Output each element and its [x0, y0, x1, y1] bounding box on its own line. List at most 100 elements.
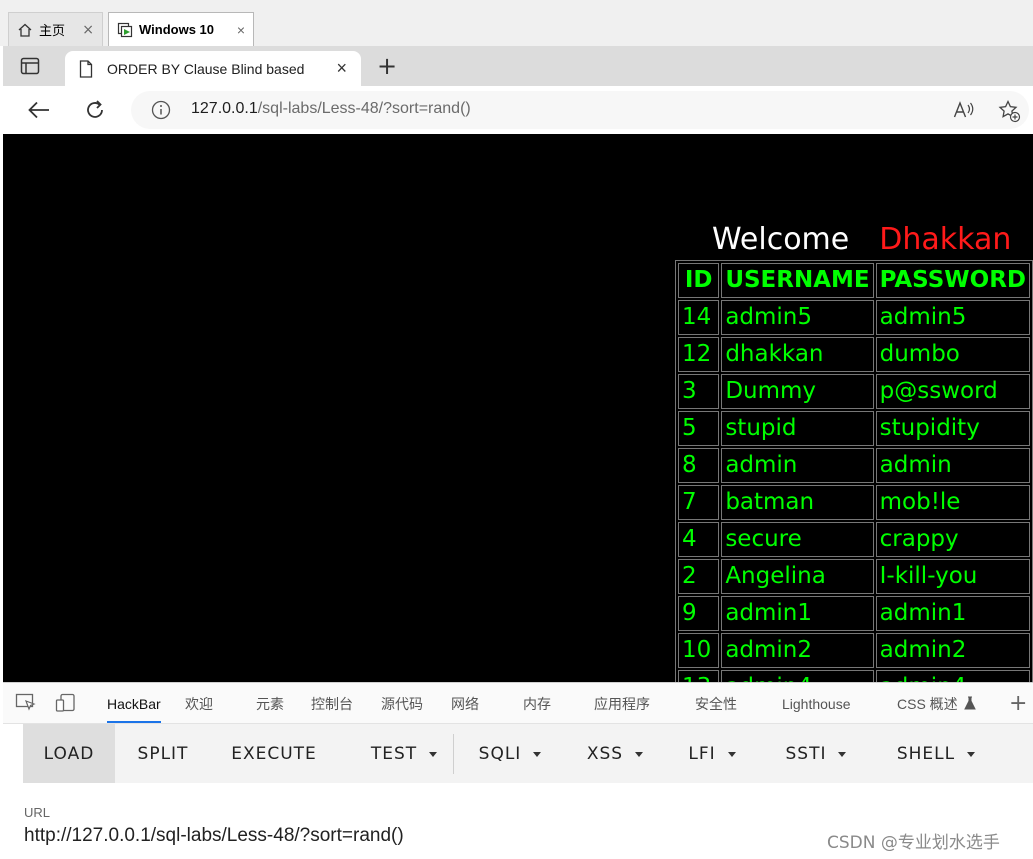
- cell-id: 3: [678, 374, 720, 409]
- url-host: 127.0.0.1: [191, 100, 258, 117]
- sqli-button[interactable]: SQLI: [460, 724, 560, 783]
- cell-id: 4: [678, 522, 720, 557]
- table-row: 14 admin5 admin5: [678, 300, 1030, 335]
- read-aloud-icon[interactable]: [953, 100, 975, 124]
- vm-tab-strip: 主页 × Windows 10 ×: [0, 0, 1033, 46]
- ssti-button[interactable]: SSTI: [768, 724, 864, 783]
- button-label: LFI: [688, 744, 716, 764]
- cell-id: 14: [678, 300, 720, 335]
- cell-id: 8: [678, 448, 720, 483]
- close-icon[interactable]: ×: [336, 58, 347, 79]
- devtools-tab-7[interactable]: 应用程序: [594, 683, 650, 721]
- document-icon: [79, 59, 93, 78]
- toolbar-divider: [453, 734, 454, 774]
- devtools-tab-label: CSS 概述: [897, 696, 958, 712]
- cell-username: admin: [721, 448, 874, 483]
- experiment-icon: [958, 696, 976, 712]
- button-label: EXECUTE: [231, 744, 317, 764]
- cell-password: p@ssword: [875, 374, 1030, 409]
- url-path: /sql-labs/Less-48/?sort=rand(): [257, 100, 471, 117]
- vm-tab-windows10-label: Windows 10: [139, 22, 215, 37]
- caret-down-icon: [727, 751, 736, 757]
- vm-tab-windows10[interactable]: Windows 10 ×: [108, 12, 254, 46]
- table-row: 10 admin2 admin2: [678, 633, 1030, 668]
- home-icon: [17, 22, 33, 38]
- welcome-name: Dhakkan: [879, 222, 1012, 257]
- url-text[interactable]: 127.0.0.1/sql-labs/Less-48/?sort=rand(): [191, 100, 471, 118]
- table-row: 9 admin1 admin1: [678, 596, 1030, 631]
- url-box[interactable]: 127.0.0.1/sql-labs/Less-48/?sort=rand(): [131, 91, 1029, 129]
- split-button[interactable]: SPLIT: [115, 724, 211, 783]
- cell-id: 7: [678, 485, 720, 520]
- cell-username: dhakkan: [721, 337, 874, 372]
- table-row: 4 secure crappy: [678, 522, 1030, 557]
- caret-down-icon: [635, 751, 644, 757]
- page-content: Welcome Dhakkan ID USERNAME PASSWORD 14 ad…: [3, 134, 1033, 682]
- more-tools-button[interactable]: +: [1009, 691, 1027, 716]
- close-icon[interactable]: ×: [237, 22, 245, 38]
- devtools-tab-1[interactable]: 欢迎: [185, 683, 213, 721]
- device-toolbar-icon[interactable]: [55, 693, 77, 713]
- devtools-tab-6[interactable]: 内存: [523, 683, 551, 721]
- table-row: 5 stupid stupidity: [678, 411, 1030, 446]
- close-icon[interactable]: ×: [82, 22, 94, 38]
- devtools-tab-label: 欢迎: [185, 696, 213, 712]
- inspect-icon[interactable]: [15, 693, 37, 713]
- cell-password: admin2: [875, 633, 1030, 668]
- button-label: LOAD: [43, 744, 95, 764]
- cell-username: admin4: [721, 670, 874, 682]
- cell-id: 5: [678, 411, 720, 446]
- devtools-tab-3[interactable]: 控制台: [311, 683, 353, 721]
- caret-down-icon: [967, 751, 976, 757]
- table-row: 13admin4admin4: [678, 670, 1030, 682]
- cell-id: 9: [678, 596, 720, 631]
- browser-tab-bar: ORDER BY Clause Blind based × +: [3, 46, 1033, 86]
- button-label: SHELL: [896, 744, 956, 764]
- add-favorite-icon[interactable]: [997, 99, 1021, 123]
- address-bar: 127.0.0.1/sql-labs/Less-48/?sort=rand(): [3, 86, 1033, 135]
- cell-id: 13: [678, 670, 720, 682]
- test-button[interactable]: TEST: [343, 724, 465, 783]
- cell-password: crappy: [875, 522, 1030, 557]
- xss-button[interactable]: XSS: [568, 724, 662, 783]
- button-label: SSTI: [785, 744, 827, 764]
- cell-username: admin2: [721, 633, 874, 668]
- welcome-heading: Welcome Dhakkan: [712, 222, 1011, 257]
- devtools-tab-label: 内存: [523, 696, 551, 712]
- devtools-tab-label: 应用程序: [594, 696, 650, 712]
- new-tab-button[interactable]: +: [373, 52, 401, 80]
- table-row: 3 Dummy p@ssword: [678, 374, 1030, 409]
- load-button[interactable]: LOAD: [23, 724, 115, 783]
- header-id: ID: [678, 263, 720, 298]
- url-input[interactable]: http://127.0.0.1/sql-labs/Less-48/?sort=…: [24, 825, 404, 847]
- vm-tab-home[interactable]: 主页 ×: [8, 12, 103, 46]
- devtools-tab-4[interactable]: 源代码: [381, 683, 423, 721]
- shell-button[interactable]: SHELL: [875, 724, 997, 783]
- cell-password: dumbo: [875, 337, 1030, 372]
- devtools-tab-8[interactable]: 安全性: [695, 683, 737, 721]
- devtools-tab-label: 源代码: [381, 696, 423, 712]
- lfi-button[interactable]: LFI: [668, 724, 756, 783]
- table-row: 7 batman mob!le: [678, 485, 1030, 520]
- cell-username: secure: [721, 522, 874, 557]
- back-button[interactable]: [25, 96, 53, 124]
- devtools-tab-10[interactable]: CSS 概述: [897, 683, 976, 721]
- caret-down-icon: [429, 751, 438, 757]
- welcome-text: Welcome: [712, 222, 850, 257]
- button-label: SQLI: [478, 744, 522, 764]
- table-row: 8 admin admin: [678, 448, 1030, 483]
- devtools-tab-5[interactable]: 网络: [451, 683, 479, 721]
- tab-actions-icon[interactable]: [17, 54, 43, 78]
- info-icon[interactable]: [151, 100, 171, 120]
- reload-button[interactable]: [81, 96, 109, 124]
- devtools-tab-0[interactable]: HackBar: [107, 683, 161, 723]
- devtools-tab-2[interactable]: 元素: [256, 683, 284, 721]
- reload-icon: [87, 100, 103, 118]
- cell-password: admin1: [875, 596, 1030, 631]
- devtools-tab-9[interactable]: Lighthouse: [782, 683, 851, 721]
- cell-id: 2: [678, 559, 720, 594]
- devtools-tab-bar: HackBar 欢迎 元素 控制台 源代码 网络 内存 应用程序 安全性 Lighthouse CS…: [3, 683, 1033, 724]
- execute-button[interactable]: EXECUTE: [211, 724, 337, 783]
- browser-tab-active[interactable]: ORDER BY Clause Blind based ×: [65, 51, 361, 86]
- cell-username: Dummy: [721, 374, 874, 409]
